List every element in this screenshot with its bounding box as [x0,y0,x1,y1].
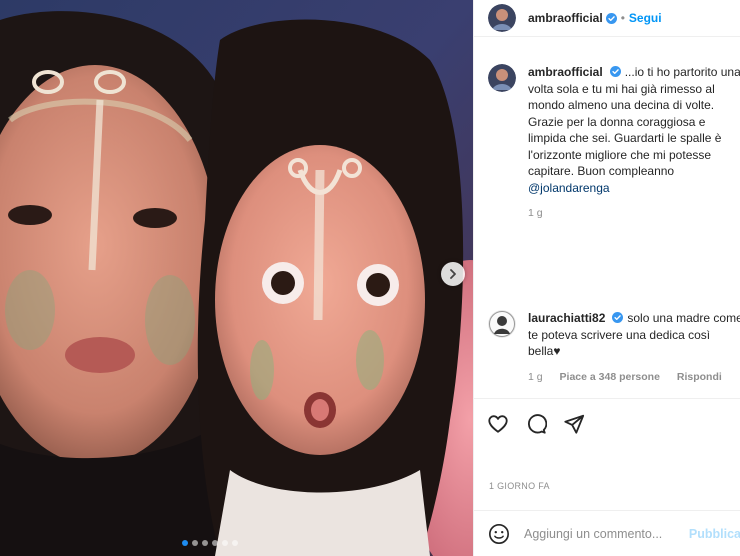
avatar-image [488,310,516,338]
author-avatar[interactable] [488,64,516,92]
caption-username[interactable]: ambraofficial [528,65,603,79]
send-icon [564,414,585,434]
author-username[interactable]: ambraofficial [528,11,603,25]
comment-reply-button[interactable]: Rispondi [677,371,722,383]
carousel-dot [232,540,238,546]
publish-button[interactable]: Pubblica [689,527,740,541]
share-button[interactable] [562,412,586,436]
carousel-dot [222,540,228,546]
caption: ambraofficial ...io ti ho partorito una v… [488,64,740,222]
chevron-right-icon [450,269,456,279]
caption-mention-link[interactable]: @jolandarenga [528,181,610,195]
comment-username[interactable]: laurachiatti82 [528,311,605,325]
avatar-image [488,4,516,32]
comments-section[interactable]: ambraofficial ...io ti ho partorito una v… [474,38,740,398]
author-avatar[interactable] [488,4,516,32]
follow-button[interactable]: Segui [629,11,662,25]
verified-badge-icon [605,12,617,24]
comment-composer: Pubblica [474,510,740,556]
photo-mother-daughter-face-paint [0,0,473,556]
post-actions-bar [474,398,740,449]
comment-likes-link[interactable]: Piace a 348 persone [560,371,660,383]
post-time-ago: 1 GIORNO FA [489,481,550,491]
commenter-avatar[interactable] [488,310,516,338]
carousel-indicator [182,540,238,546]
caption-time: 1 g [528,207,543,219]
carousel-dot [192,540,198,546]
comment-button[interactable] [524,412,548,436]
post-photo[interactable] [0,0,473,556]
emoji-icon [489,523,509,544]
heart-icon [488,415,508,433]
carousel-dot [212,540,218,546]
comment-time: 1 g [528,370,543,383]
comment-item: laurachiatti82 solo una madre come te pot… [488,310,740,385]
comment-input[interactable] [524,526,689,541]
verified-badge-icon [609,66,621,77]
caption-text: ...io ti ho partorito una volta sola e t… [528,65,740,178]
header-separator: • [620,11,625,25]
like-button[interactable] [486,412,510,436]
carousel-dot [202,540,208,546]
carousel-dot [182,540,188,546]
verified-badge-icon [612,312,624,323]
post-side-panel: ambraofficial • Segui ambraofficial ...io… [473,0,740,556]
carousel-next-button[interactable] [441,262,465,286]
emoji-button[interactable] [488,522,510,546]
avatar-image [488,64,516,92]
post-header: ambraofficial • Segui [474,0,740,37]
comment-icon [528,414,547,434]
